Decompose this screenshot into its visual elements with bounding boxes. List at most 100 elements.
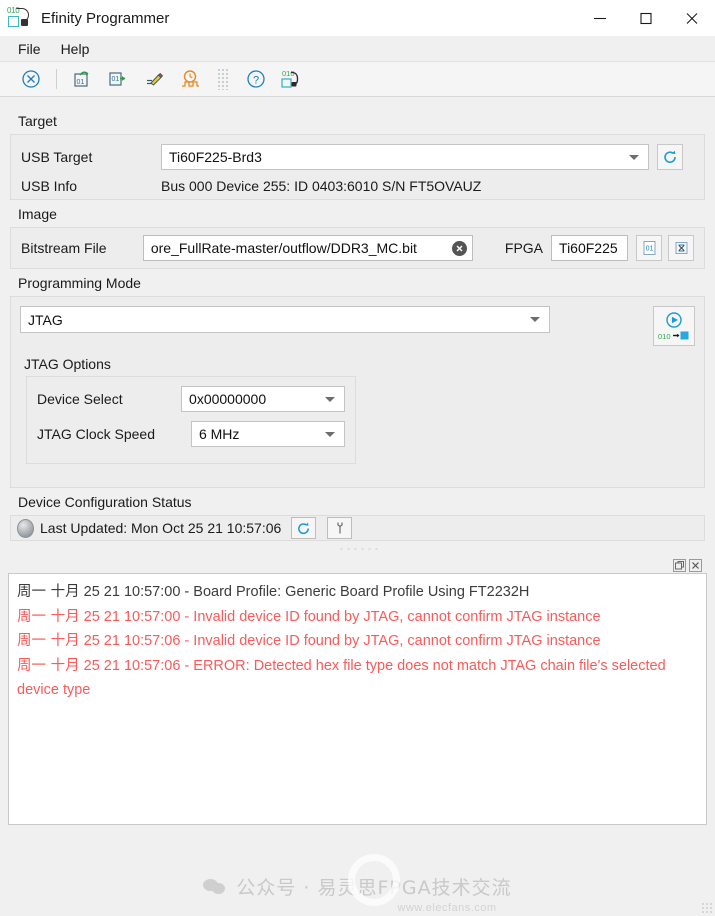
usb-info-label: USB Info [21,178,78,194]
log-timestamp-cjk: 周一 十月 [17,633,80,649]
log-timestamp: 25 21 10:57:06 [83,657,181,674]
svg-text:01: 01 [112,76,120,83]
help-button[interactable]: ? [239,64,273,94]
log-line: 周一 十月 25 21 10:57:00 - Invalid device ID… [17,605,698,630]
edit-jtag-chain-button[interactable] [137,64,171,94]
jtag-options-label: JTAG Options [24,356,111,372]
usb-info-row: USB Info Bus 000 Device 255: ID 0403:601… [21,178,694,194]
log-message: - Board Profile: Generic Board Profile U… [180,584,530,600]
watermark-text: 公众号 · 易灵思FPGA技术交流 [236,877,512,899]
jtag-clock-speed-dropdown[interactable]: 6 MHz [190,421,345,447]
device-select-label: Device Select [37,391,123,407]
chevron-down-icon [530,317,540,322]
target-section-label: Target [18,113,57,129]
usb-target-value: Ti60F225-Brd3 [169,149,262,165]
window-title: Efinity Programmer [41,9,170,27]
bitstream-file-input[interactable]: ore_FullRate-master/outflow/DDR3_MC.bit [142,235,473,261]
main-content: Target USB Target Ti60F225-Brd3 USB Info… [0,97,715,573]
jtag-clock-speed-value: 6 MHz [198,426,240,442]
menu-bar: File Help [0,36,715,62]
chevron-down-icon [325,431,335,437]
svg-text:010: 010 [658,332,671,341]
start-program-button[interactable]: 010 [653,306,695,346]
jtag-clock-speed-label: JTAG Clock Speed [37,426,156,442]
maximize-button[interactable] [623,0,669,36]
jtag-options-group: Device Select 0x00000000 JTAG Clock Spee… [26,376,356,464]
stop-button[interactable] [14,64,48,94]
image-panel: Bitstream File ore_FullRate-master/outfl… [10,227,705,269]
log-output-panel[interactable]: 周一 十月 25 21 10:57:00 - Board Profile: Ge… [8,573,707,825]
splitter-handle [337,547,378,551]
log-message: - Invalid device ID found by JTAG, canno… [180,608,601,625]
programming-mode-section-label: Programming Mode [18,275,141,291]
svg-text:01: 01 [645,246,653,253]
usb-target-label: USB Target [21,149,93,165]
refresh-status-button[interactable] [291,517,317,539]
jtag-clock-speed-row: JTAG Clock Speed 6 MHz [37,421,345,447]
log-dock-buttons [10,557,705,573]
toolbar: 01 01 ? 010 [0,62,715,97]
toolbar-separator [56,69,57,89]
watermark: 公众号 · 易灵思FPGA技术交流 www.elecfans.com [0,854,715,914]
fpga-label: FPGA [504,240,544,256]
usb-info-value: Bus 000 Device 255: ID 0403:6010 S/N FT5… [161,178,482,194]
bitstream-row: Bitstream File ore_FullRate-master/outfl… [21,235,694,261]
log-timestamp-cjk: 周一 十月 [17,584,80,600]
device-status-bar: Last Updated: Mon Oct 25 21 10:57:06 [10,515,705,541]
chevron-down-icon [629,154,639,160]
menu-item-file[interactable]: File [8,38,51,60]
close-button[interactable] [669,0,715,36]
bitstream-file-value: ore_FullRate-master/outflow/DDR3_MC.bit [150,240,417,256]
device-select-row: Device Select 0x00000000 [37,386,345,412]
status-led-icon [17,518,34,538]
wechat-icon [203,877,227,896]
programming-mode-value: JTAG [28,311,63,328]
menu-item-help[interactable]: Help [51,38,100,60]
resize-grip[interactable] [701,902,712,913]
jtag-chain-button[interactable] [668,235,694,261]
target-panel: USB Target Ti60F225-Brd3 USB Info Bus 00… [10,134,705,200]
efinity-programmer-icon: 010 [7,6,33,29]
watermark-url: www.elecfans.com [397,902,497,914]
log-timestamp: 25 21 10:57:00 [83,608,181,625]
usb-target-select[interactable]: Ti60F225-Brd3 [161,144,649,170]
svg-text:?: ? [253,75,259,87]
last-updated-text: Last Updated: Mon Oct 25 21 10:57:06 [40,520,282,536]
fpga-value-field[interactable]: Ti60F225 [551,235,629,261]
device-select-dropdown[interactable]: 0x00000000 [181,386,345,412]
log-line: 周一 十月 25 21 10:57:06 - Invalid device ID… [17,629,698,654]
load-bitstream-button[interactable]: 01 [65,64,99,94]
window-controls [577,0,715,36]
minimize-button[interactable] [577,0,623,36]
svg-text:01: 01 [77,79,85,86]
select-bitstream-button[interactable]: 01 [636,235,663,261]
float-panel-icon[interactable] [673,558,686,572]
programming-mode-select[interactable]: JTAG [20,306,550,333]
log-splitter[interactable] [10,541,705,557]
log-timestamp-cjk: 周一 十月 [17,608,80,625]
about-button[interactable]: 010 [275,64,309,94]
mode-row: JTAG 010 [20,306,695,346]
svg-text:010: 010 [282,69,295,78]
usb-target-row: USB Target Ti60F225-Brd3 [21,144,694,170]
log-timestamp: 25 21 10:57:00 [83,584,181,600]
toolbar-drag-dots[interactable] [217,68,229,90]
watermark-ring [347,854,400,906]
export-bitstream-button[interactable]: 01 [101,64,135,94]
chevron-down-icon [325,396,335,402]
image-section-label: Image [18,206,57,222]
configure-status-button[interactable] [327,517,353,539]
log-timestamp: 25 21 10:57:06 [83,633,181,649]
refresh-usb-target-button[interactable] [657,144,683,170]
timing-button[interactable] [173,64,207,94]
device-status-section-label: Device Configuration Status [18,494,192,510]
fpga-value: Ti60F225 [559,240,618,256]
log-line: 周一 十月 25 21 10:57:06 - ERROR: Detected h… [17,654,698,703]
clear-circle-x-icon[interactable] [451,240,467,256]
log-message: - Invalid device ID found by JTAG, canno… [180,633,601,649]
title-bar: 010 Efinity Programmer [0,0,715,36]
log-timestamp-cjk: 周一 十月 [17,657,80,674]
bitstream-file-label: Bitstream File [21,240,107,256]
close-panel-icon[interactable] [689,558,702,572]
log-line: 周一 十月 25 21 10:57:00 - Board Profile: Ge… [17,580,698,605]
